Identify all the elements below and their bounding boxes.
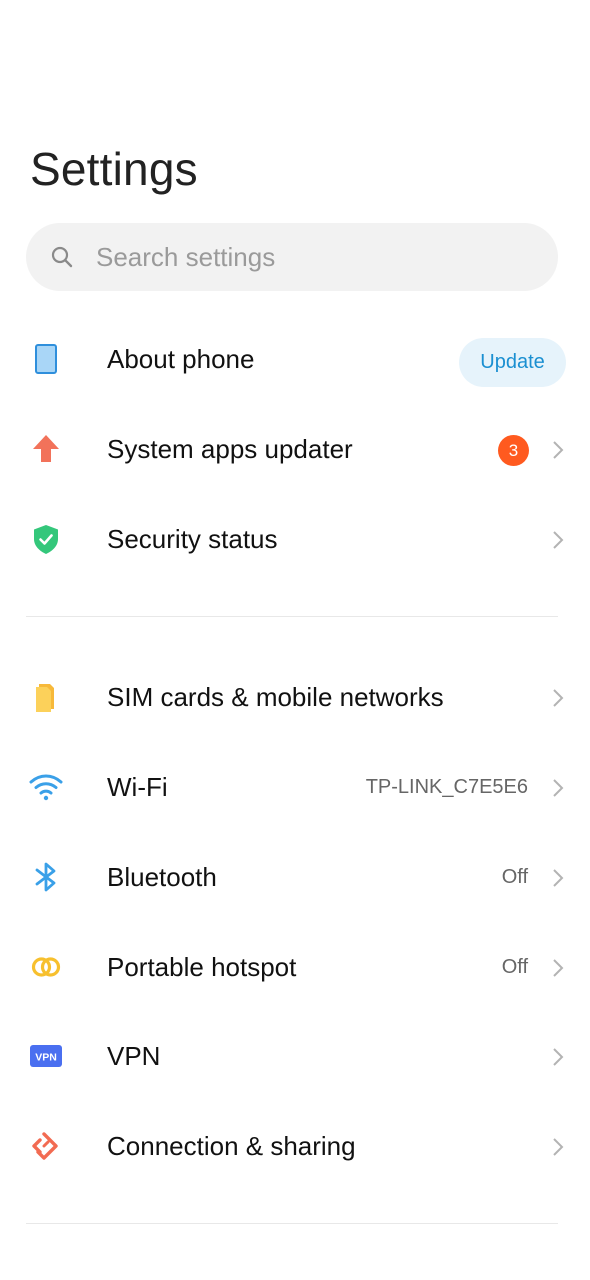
hotspot-icon xyxy=(31,957,61,977)
bluetooth-status: Off xyxy=(501,866,528,888)
chevron-right-icon xyxy=(553,441,564,459)
notification-badge: 3 xyxy=(498,435,529,466)
hotspot-status: Off xyxy=(501,956,528,978)
wifi-network-name: TP-LINK_C7E5E6 xyxy=(365,776,528,798)
section-divider xyxy=(26,1223,558,1224)
chevron-right-icon xyxy=(553,1138,564,1156)
settings-item-label: About phone xyxy=(107,344,255,374)
page-title: Settings xyxy=(30,143,198,195)
settings-item-sim-cards[interactable]: SIM cards & mobile networks xyxy=(0,652,590,742)
wifi-icon xyxy=(29,774,63,801)
shield-check-icon xyxy=(34,525,58,554)
arrow-up-icon xyxy=(33,435,59,462)
phone-icon xyxy=(35,344,57,374)
settings-item-label: SIM cards & mobile networks xyxy=(107,682,444,712)
update-button[interactable]: Update xyxy=(459,338,566,387)
settings-item-connection-sharing[interactable]: Connection & sharing xyxy=(0,1101,590,1191)
settings-item-wifi[interactable]: Wi-Fi TP-LINK_C7E5E6 xyxy=(0,742,590,832)
connection-sharing-icon xyxy=(32,1132,58,1160)
settings-item-portable-hotspot[interactable]: Portable hotspot Off xyxy=(0,922,590,1012)
settings-item-vpn[interactable]: VPN VPN xyxy=(0,1011,590,1101)
settings-item-label: VPN xyxy=(107,1041,161,1071)
settings-item-bluetooth[interactable]: Bluetooth Off xyxy=(0,832,590,922)
settings-item-label: Connection & sharing xyxy=(107,1131,356,1161)
settings-item-security-status[interactable]: Security status xyxy=(0,494,590,584)
search-input[interactable] xyxy=(96,236,536,278)
settings-item-label: Portable hotspot xyxy=(107,952,297,982)
vpn-icon: VPN xyxy=(30,1045,62,1067)
section-divider xyxy=(26,616,558,617)
settings-item-system-apps-updater[interactable]: System apps updater 3 xyxy=(0,404,590,494)
chevron-right-icon xyxy=(553,869,564,887)
search-icon xyxy=(51,246,73,268)
bluetooth-icon xyxy=(35,862,56,892)
settings-item-label: Wi-Fi xyxy=(107,772,168,802)
chevron-right-icon xyxy=(553,689,564,707)
settings-item-label: Bluetooth xyxy=(107,862,217,892)
settings-item-about-phone[interactable]: About phone Update xyxy=(0,314,590,404)
chevron-right-icon xyxy=(553,959,564,977)
chevron-right-icon xyxy=(553,531,564,549)
chevron-right-icon xyxy=(553,1048,564,1066)
svg-text:VPN: VPN xyxy=(35,1052,57,1064)
sim-card-icon xyxy=(36,684,54,712)
settings-item-label: System apps updater xyxy=(107,434,353,464)
chevron-right-icon xyxy=(553,779,564,797)
settings-item-label: Security status xyxy=(107,524,278,554)
